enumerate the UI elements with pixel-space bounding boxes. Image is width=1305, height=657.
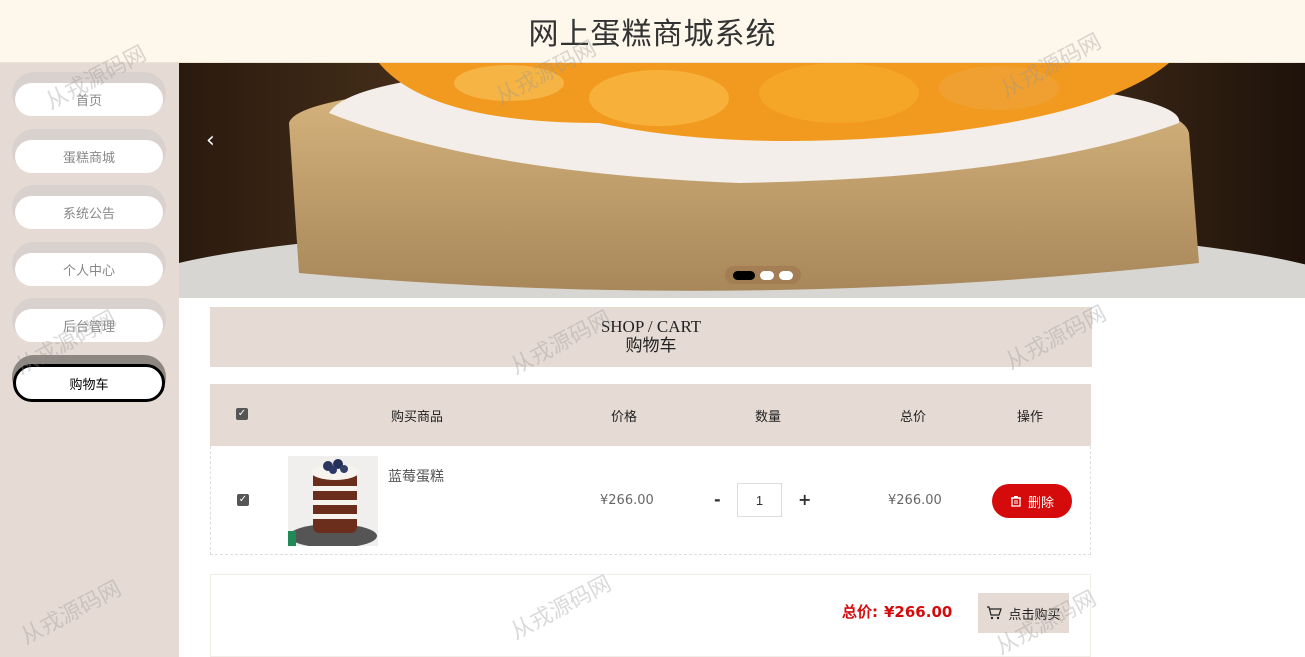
banner-carousel[interactable] [179, 63, 1305, 298]
cart-table: ✓ 购买商品 价格 数量 总价 操作 ✓ 蓝莓蛋糕 ¥266.00 - 1 + … [210, 384, 1091, 555]
quantity-decrease-button[interactable]: - [714, 490, 721, 509]
product-name[interactable]: 蓝莓蛋糕 [388, 466, 444, 486]
delete-button-label: 删除 [1027, 495, 1054, 511]
row-checkbox[interactable]: ✓ [237, 494, 249, 506]
buy-button[interactable]: 点击购买 [978, 593, 1069, 633]
section-title-cn: 购物车 [625, 336, 677, 355]
grand-total: 总价: ¥266.00 [842, 601, 952, 622]
sidebar-item-admin[interactable]: 后台管理 [12, 298, 166, 342]
header-quantity: 数量 [755, 409, 782, 424]
sidebar-item-cart[interactable]: 购物车 [12, 355, 166, 402]
sidebar-item-profile[interactable]: 个人中心 [12, 242, 166, 286]
site-title: 网上蛋糕商城系统 [528, 18, 777, 51]
section-title: SHOP / CART 购物车 [210, 307, 1092, 367]
sidebar-item-label: 后台管理 [15, 309, 163, 342]
sidebar-item-label: 个人中心 [15, 253, 163, 286]
carousel-dot[interactable] [733, 270, 755, 280]
sidebar-nav: 首页 蛋糕商城 系统公告 个人中心 后台管理 购物车 [0, 63, 179, 657]
sidebar-item-cake-shop[interactable]: 蛋糕商城 [12, 129, 166, 173]
header-price: 价格 [611, 409, 638, 424]
quantity-input[interactable] [737, 483, 782, 517]
checkout-bar: 总价: ¥266.00 点击购买 [210, 574, 1091, 657]
sidebar-item-announcements[interactable]: 系统公告 [12, 185, 166, 229]
sidebar-item-home[interactable]: 首页 [12, 72, 166, 116]
unit-price: ¥266.00 [600, 493, 654, 508]
cart-icon [987, 606, 1003, 620]
grand-total-value: ¥266.00 [884, 603, 953, 621]
banner-cake-image [179, 63, 1305, 298]
select-all-checkbox[interactable]: ✓ [236, 408, 248, 420]
grand-total-label: 总价: [842, 603, 878, 621]
table-header: ✓ 购买商品 价格 数量 总价 操作 [210, 384, 1091, 446]
section-title-en: SHOP / CART [600, 317, 702, 336]
table-row: ✓ 蓝莓蛋糕 ¥266.00 - 1 + ¥266.00 删除 [210, 446, 1091, 555]
top-header: 网上蛋糕商城系统 [0, 0, 1305, 63]
row-total: ¥266.00 [888, 493, 942, 508]
product-image [288, 456, 378, 546]
carousel-indicators [725, 266, 801, 284]
header-total: 总价 [900, 409, 927, 424]
chevron-left-icon[interactable]: ‹ [206, 128, 215, 153]
sidebar-item-label: 系统公告 [15, 196, 163, 229]
header-action: 操作 [1017, 409, 1044, 424]
carousel-dot[interactable] [760, 270, 774, 280]
quantity-increase-button[interactable]: + [798, 490, 811, 509]
trash-icon [1010, 496, 1021, 507]
page: 网上蛋糕商城系统 首页 蛋糕商城 系统公告 个人中心 后台管理 购物车 ‹ SH… [0, 0, 1305, 657]
delete-button[interactable]: 删除 [992, 484, 1072, 518]
buy-button-label: 点击购买 [1008, 607, 1061, 623]
sidebar-item-label: 蛋糕商城 [15, 140, 163, 173]
header-product: 购买商品 [391, 409, 444, 424]
carousel-dot[interactable] [779, 270, 793, 280]
sidebar-item-label: 购物车 [13, 364, 165, 402]
sidebar-item-label: 首页 [15, 83, 163, 116]
